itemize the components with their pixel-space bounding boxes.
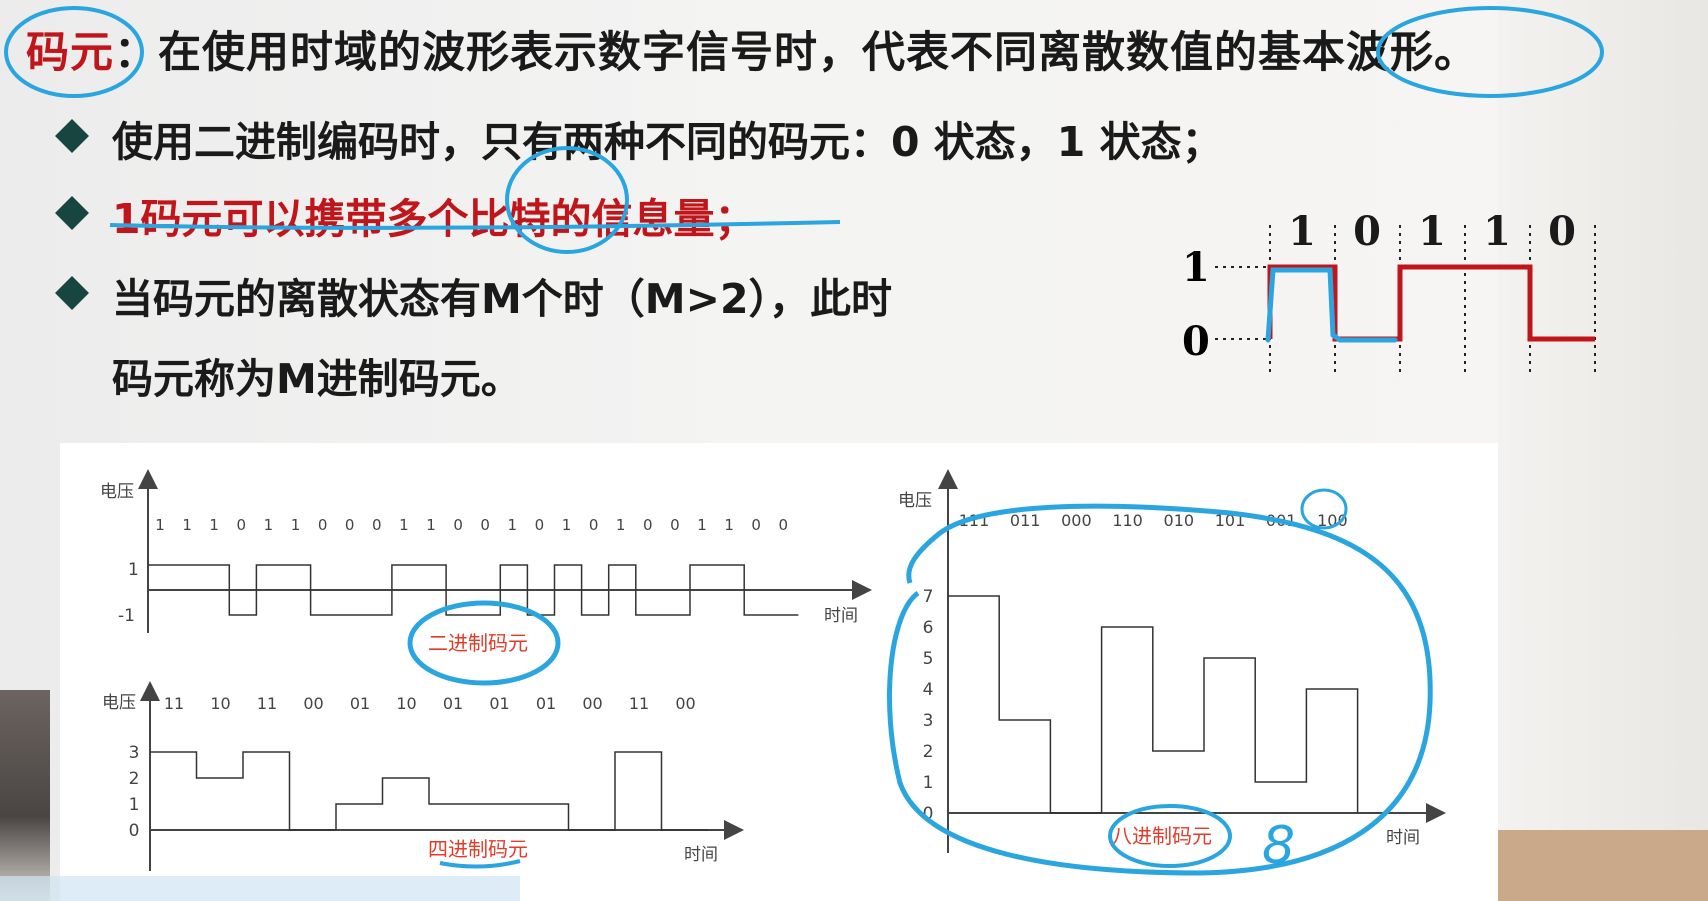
octal-symbol-label: 000	[1061, 511, 1092, 530]
binary-bit-label: 0	[372, 516, 382, 534]
binary-bit-label: 1	[155, 516, 165, 534]
binary-bit-label: 1	[426, 516, 436, 534]
octal-chart: 电压 时间 76543210 111 011 000 110 010 101 001 100 …	[887, 469, 1446, 876]
binary-bit-label: 0	[237, 516, 247, 534]
binary-bit-label: 0	[751, 516, 761, 534]
binary-bit-label: 0	[480, 516, 490, 534]
quaternary-symbol-label: 11	[257, 694, 277, 713]
binary-bit-label: 1	[291, 516, 301, 534]
binary-bit-label: 1	[562, 516, 572, 534]
quaternary-symbol-label: 11	[164, 694, 184, 713]
binary-ytick-high: 1	[128, 560, 139, 580]
octal-ylabel: 电压	[898, 491, 932, 511]
binary-bit-label: 1	[264, 516, 274, 534]
quaternary-symbol-label: 10	[396, 694, 416, 713]
octal-caption: 八进制码元	[1112, 824, 1212, 848]
binary-bit-label: 1	[209, 516, 219, 534]
quaternary-symbol-label: 00	[675, 694, 695, 713]
quaternary-symbol-label: 01	[443, 694, 463, 713]
ink-highlight-strip	[0, 876, 520, 901]
octal-ytick: 3	[923, 711, 934, 731]
binary-bit-label: 1	[724, 516, 734, 534]
quaternary-ytick: 0	[129, 821, 140, 841]
octal-symbol-label: 011	[1010, 511, 1041, 530]
quaternary-ylabel: 电压	[102, 693, 136, 713]
binary-bit-label: 1	[616, 516, 626, 534]
binary-bit-label: 0	[535, 516, 545, 534]
quaternary-caption: 四进制码元	[428, 837, 528, 861]
presenter-video-thumbnail	[0, 690, 50, 901]
binary-bit-label: 1	[399, 516, 409, 534]
binary-bit-label: 1	[697, 516, 707, 534]
waveform-charts: 电压 时间 1 -1 111011000110010101001100 二进制码…	[100, 469, 1446, 876]
octal-ytick: 6	[923, 618, 934, 638]
octal-ytick: 7	[923, 587, 934, 607]
binary-ytick-low: -1	[118, 606, 135, 626]
octal-ytick: 4	[923, 680, 934, 700]
quaternary-ytick: 2	[129, 769, 140, 789]
binary-caption: 二进制码元	[428, 631, 528, 655]
quaternary-symbol-label: 11	[629, 694, 649, 713]
octal-ytick: 1	[923, 773, 934, 793]
binary-chart: 电压 时间 1 -1 111011000110010101001100 二进制码…	[100, 469, 872, 686]
binary-bit-label: 0	[779, 516, 789, 534]
octal-symbol-label: 110	[1112, 511, 1143, 530]
binary-xlabel: 时间	[824, 606, 858, 626]
quaternary-chart: 电压 时间 3210 11 10 11 00 01 10 01 01 01 00 11 00 四进制码…	[102, 681, 744, 871]
binary-bit-label: 0	[318, 516, 328, 534]
binary-ylabel: 电压	[100, 482, 134, 502]
binary-bit-label: 0	[643, 516, 653, 534]
octal-symbol-label: 010	[1164, 511, 1195, 530]
quaternary-symbol-label: 10	[210, 694, 230, 713]
binary-bit-label: 1	[508, 516, 518, 534]
quaternary-symbol-label: 00	[582, 694, 602, 713]
binary-bit-label: 0	[589, 516, 599, 534]
binary-bit-label: 1	[182, 516, 192, 534]
quaternary-symbol-label: 01	[350, 694, 370, 713]
ink-annotations	[4, 6, 1604, 254]
quaternary-xlabel: 时间	[684, 845, 718, 865]
quaternary-ytick: 3	[129, 743, 140, 763]
binary-bit-label: 0	[670, 516, 680, 534]
background-floor	[1498, 830, 1708, 901]
quaternary-symbol-label: 01	[536, 694, 556, 713]
binary-bit-label: 0	[453, 516, 463, 534]
quaternary-symbol-label: 01	[489, 694, 509, 713]
binary-bit-label: 0	[345, 516, 355, 534]
quaternary-ytick: 1	[129, 795, 140, 815]
quaternary-symbol-label: 00	[303, 694, 323, 713]
octal-ytick: 5	[923, 649, 934, 669]
octal-xlabel: 时间	[1386, 828, 1420, 848]
octal-ytick: 2	[923, 742, 934, 762]
